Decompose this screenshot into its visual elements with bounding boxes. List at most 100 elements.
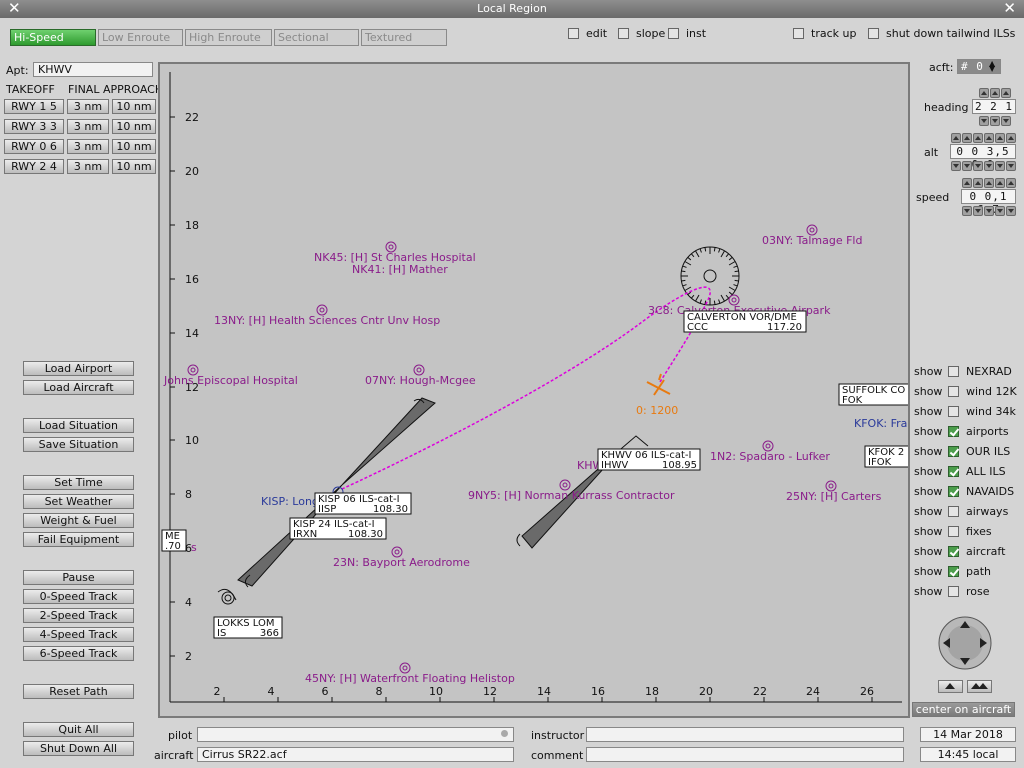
x-tick: 8 <box>376 685 383 698</box>
pilot-input[interactable] <box>197 727 514 742</box>
heading-down-arrows[interactable] <box>979 116 1012 126</box>
set-time-button[interactable]: Set Time <box>23 475 134 490</box>
aircraft-input[interactable]: Cirrus SR22.acf <box>197 747 514 762</box>
edit-checkbox[interactable] <box>568 28 579 39</box>
date-field[interactable]: 14 Mar 2018 <box>920 727 1016 742</box>
path-checkbox[interactable] <box>948 566 959 577</box>
navaids-checkbox[interactable] <box>948 486 959 497</box>
weight-fuel-button[interactable]: Weight & Fuel <box>23 513 134 528</box>
tab-sectional[interactable]: Sectional <box>274 29 359 46</box>
rwy-24-final[interactable]: 10 nm <box>112 159 156 174</box>
load-airport-button[interactable]: Load Airport <box>23 361 134 376</box>
rwy-06-final[interactable]: 10 nm <box>112 139 156 154</box>
x-tick: 14 <box>537 685 551 698</box>
set-weather-button[interactable]: Set Weather <box>23 494 134 509</box>
wind-34k-checkbox[interactable] <box>948 406 959 417</box>
heading-up-arrows[interactable] <box>979 88 1012 98</box>
zoom-in-button[interactable] <box>967 680 992 693</box>
center-on-aircraft-button[interactable]: center on aircraft <box>912 702 1015 717</box>
rwy-06-button[interactable]: RWY 0 6 <box>4 139 64 154</box>
rwy-33-takeoff[interactable]: 3 nm <box>67 119 109 134</box>
y-tick: 20 <box>185 165 199 178</box>
close-icon-right[interactable]: ✕ <box>1003 0 1016 17</box>
rwy-15-takeoff[interactable]: 3 nm <box>67 99 109 114</box>
track-up-checkbox[interactable] <box>793 28 804 39</box>
show-prefix: show <box>914 585 943 598</box>
load-aircraft-button[interactable]: Load Aircraft <box>23 380 134 395</box>
x-tick: 22 <box>753 685 767 698</box>
comment-input[interactable] <box>586 747 904 762</box>
rwy-15-button[interactable]: RWY 1 5 <box>4 99 64 114</box>
show-prefix: show <box>914 465 943 478</box>
zoom-out-button[interactable] <box>938 680 963 693</box>
alt-up-arrows[interactable] <box>951 133 1017 143</box>
airport-input[interactable]: KHWV <box>33 62 153 77</box>
speed-down-arrows[interactable] <box>962 206 1017 216</box>
speed-0-track-button[interactable]: 0-Speed Track <box>23 589 134 604</box>
alt-label: alt <box>924 146 939 159</box>
instructor-label: instructor <box>531 729 585 742</box>
load-situation-button[interactable]: Load Situation <box>23 418 134 433</box>
tab-low-enroute[interactable]: Low Enroute <box>98 29 183 46</box>
our-ils-checkbox[interactable] <box>948 446 959 457</box>
fail-equipment-button[interactable]: Fail Equipment <box>23 532 134 547</box>
wind-12k-checkbox[interactable] <box>948 386 959 397</box>
x-tick: 2 <box>214 685 221 698</box>
navaid-id: IFOK <box>868 457 892 468</box>
pilot-dropdown-icon[interactable] <box>501 730 508 737</box>
tailwind-ils-checkbox[interactable] <box>868 28 879 39</box>
slope-checkbox[interactable] <box>618 28 629 39</box>
heading-input[interactable]: 2 2 1 <box>972 99 1016 114</box>
airport-label-03ny: 03NY: Talmage Fld <box>762 234 862 247</box>
navaid-freq: 108.30 <box>373 504 408 515</box>
rwy-24-takeoff[interactable]: 3 nm <box>67 159 109 174</box>
close-icon[interactable]: ✕ <box>8 0 21 17</box>
map-view[interactable]: 2 4 6 8 10 12 14 16 18 20 22 24 26 22 20… <box>158 62 910 718</box>
map-canvas[interactable]: 2 4 6 8 10 12 14 16 18 20 22 24 26 22 20… <box>160 64 908 716</box>
save-situation-button[interactable]: Save Situation <box>23 437 134 452</box>
pause-button[interactable]: Pause <box>23 570 134 585</box>
navaid-box-kisp06-ils: KISP 06 ILS-cat-I IISP 108.30 <box>314 492 412 515</box>
rwy-24-button[interactable]: RWY 2 4 <box>4 159 64 174</box>
pilot-label: pilot <box>168 729 193 742</box>
shut-down-all-button[interactable]: Shut Down All <box>23 741 134 756</box>
speed-input[interactable]: 0 0,1 6 7 <box>961 189 1016 216</box>
x-tick: 12 <box>483 685 497 698</box>
reset-path-button[interactable]: Reset Path <box>23 684 134 699</box>
alt-input[interactable]: 0 0 3,5 0 0 <box>950 144 1016 171</box>
instructor-input[interactable] <box>586 727 904 742</box>
rwy-06-takeoff[interactable]: 3 nm <box>67 139 109 154</box>
airport-label: Apt: <box>6 64 29 77</box>
airport-label-9ny5: 9NY5: [H] Norman Kurrass Contractor <box>468 489 675 502</box>
acft-stepper-icon[interactable]: ▲ ▼ <box>989 60 995 73</box>
rose-checkbox[interactable] <box>948 586 959 597</box>
speed-2-track-button[interactable]: 2-Speed Track <box>23 608 134 623</box>
rwy-33-final[interactable]: 10 nm <box>112 119 156 134</box>
alt-down-arrows[interactable] <box>951 161 1017 171</box>
comment-label: comment <box>531 749 584 762</box>
nexrad-checkbox[interactable] <box>948 366 959 377</box>
time-field[interactable]: 14:45 local <box>920 747 1016 762</box>
y-tick: 14 <box>185 327 199 340</box>
airports-checkbox[interactable] <box>948 426 959 437</box>
aircraft-checkbox[interactable] <box>948 546 959 557</box>
tab-hi-speed[interactable]: Hi-Speed <box>10 29 96 46</box>
inst-checkbox[interactable] <box>668 28 679 39</box>
show-prefix: show <box>914 425 943 438</box>
pan-control[interactable] <box>936 615 994 671</box>
track-up-label: track up <box>811 27 857 40</box>
speed-4-track-button[interactable]: 4-Speed Track <box>23 627 134 642</box>
rwy-15-final[interactable]: 10 nm <box>112 99 156 114</box>
all-ils-checkbox[interactable] <box>948 466 959 477</box>
rwy-33-button[interactable]: RWY 3 3 <box>4 119 64 134</box>
tab-textured[interactable]: Textured <box>361 29 447 46</box>
show-prefix: show <box>914 385 943 398</box>
airport-label-johns: Johns Episcopal Hospital <box>163 374 298 387</box>
speed-up-arrows[interactable] <box>962 178 1017 188</box>
fixes-checkbox[interactable] <box>948 526 959 537</box>
speed-6-track-button[interactable]: 6-Speed Track <box>23 646 134 661</box>
tab-high-enroute[interactable]: High Enroute <box>185 29 272 46</box>
airways-checkbox[interactable] <box>948 506 959 517</box>
quit-all-button[interactable]: Quit All <box>23 722 134 737</box>
zoom-out-icon <box>945 683 955 689</box>
